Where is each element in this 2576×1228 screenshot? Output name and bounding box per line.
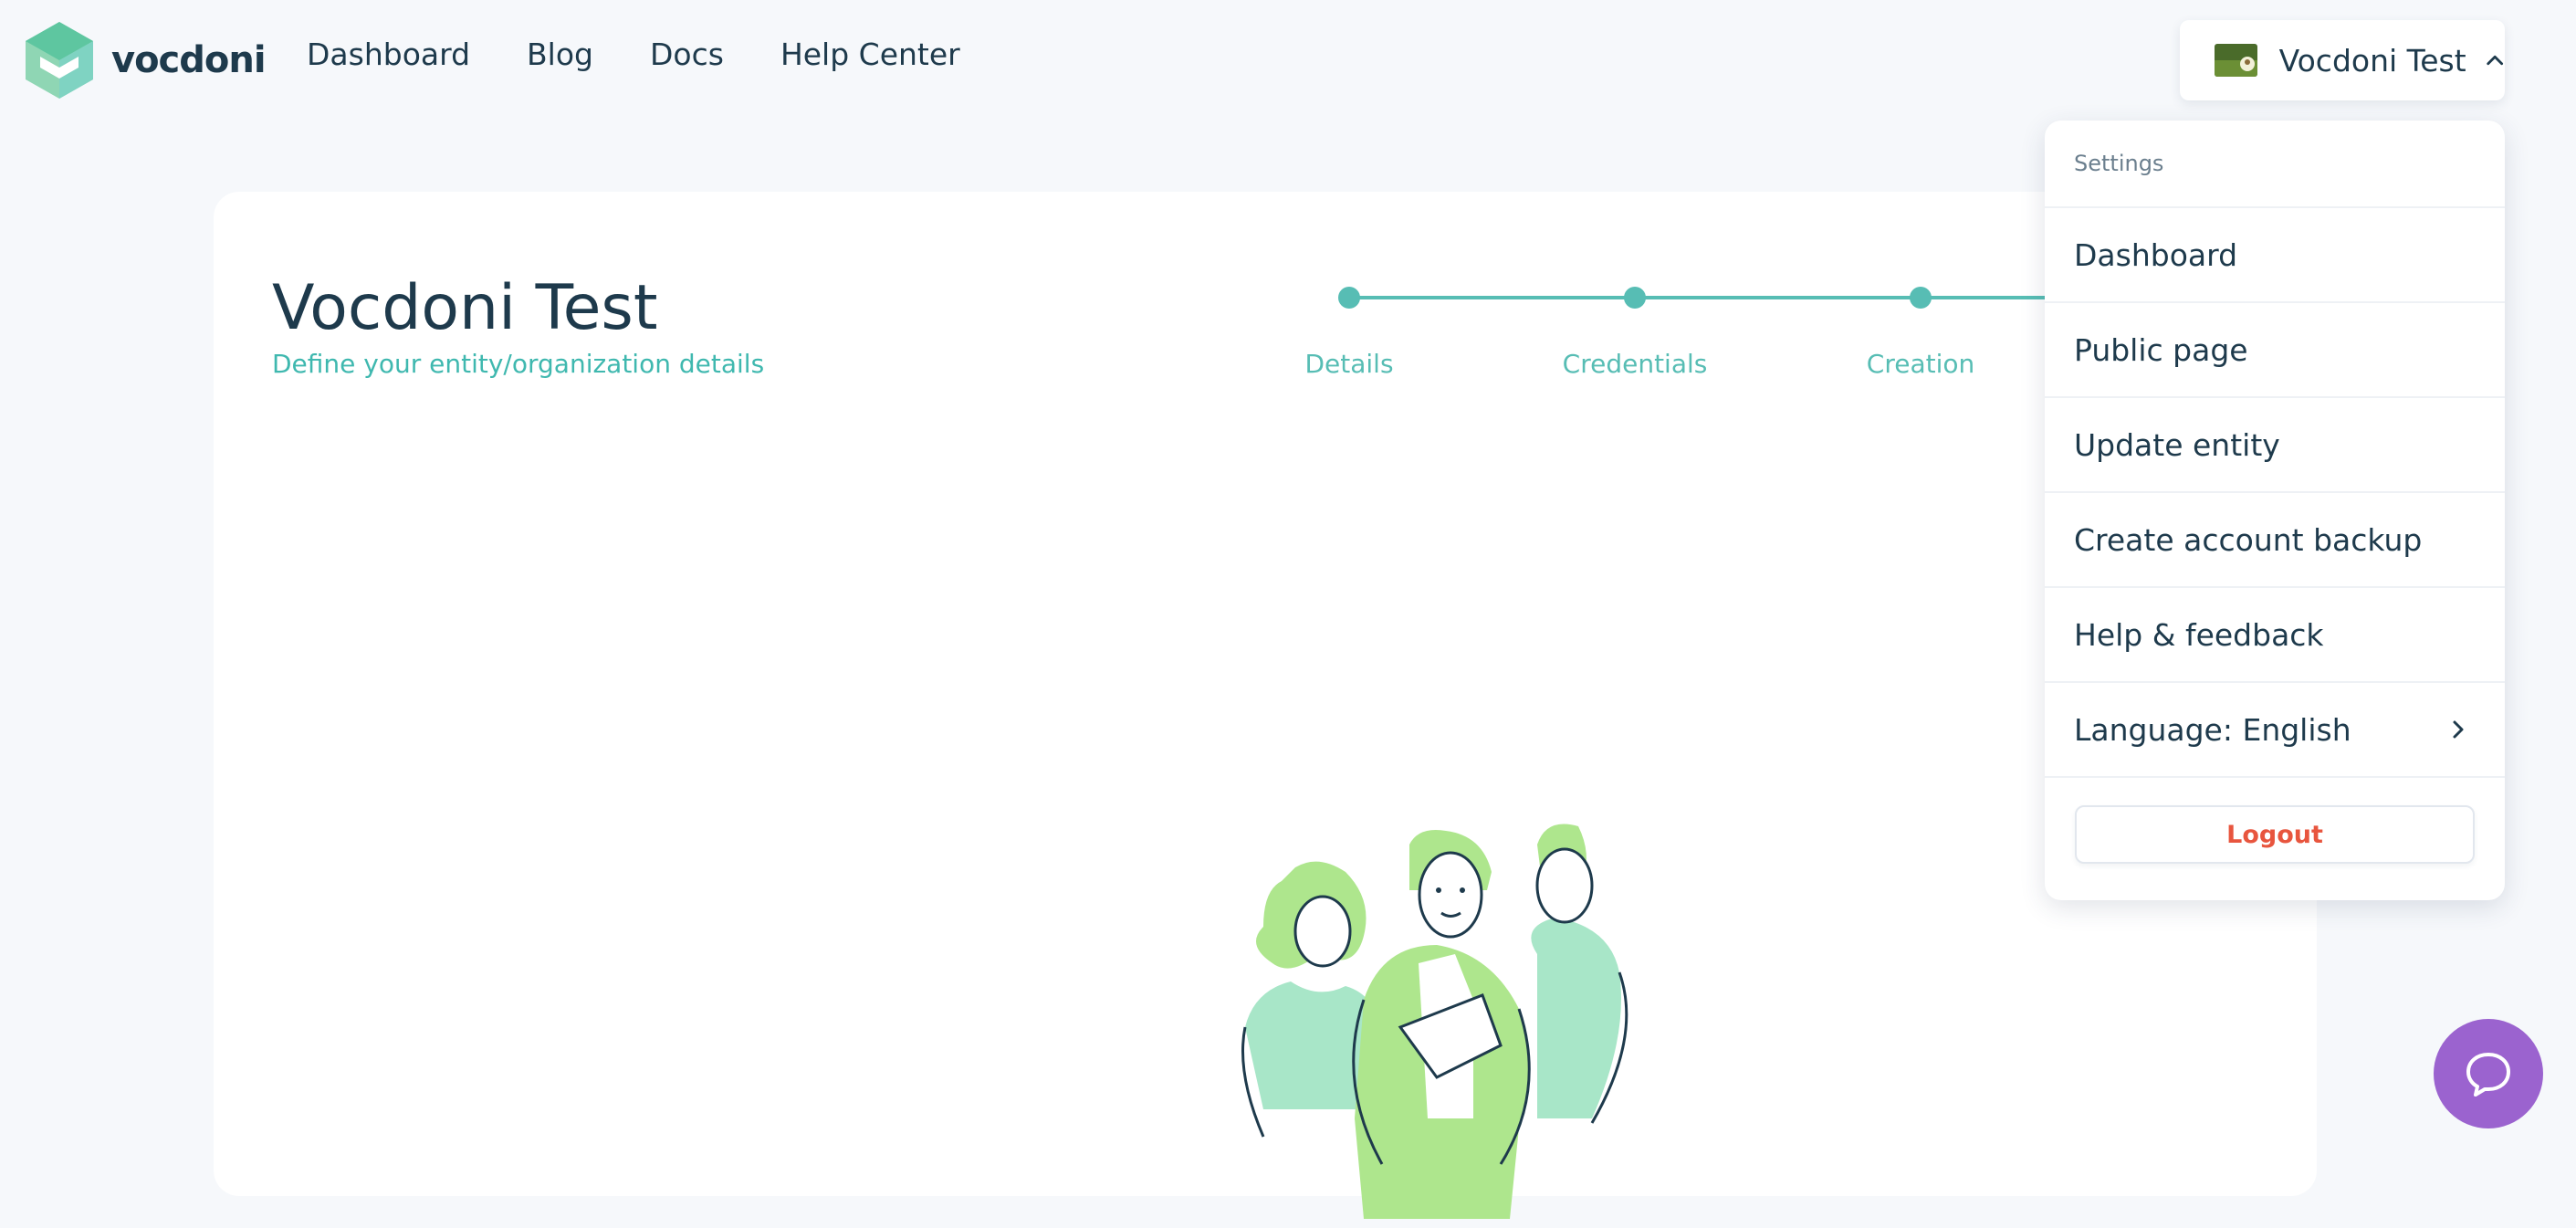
- menu-item-public-page[interactable]: Public page: [2045, 303, 2505, 398]
- user-name: Vocdoni Test: [2278, 42, 2466, 79]
- page-subtitle: Define your entity/organization details: [272, 349, 765, 379]
- brand-name: vocdoni: [111, 39, 267, 81]
- menu-item-update-entity[interactable]: Update entity: [2045, 398, 2505, 493]
- nav-blog-link[interactable]: Blog: [527, 37, 593, 72]
- chevron-right-icon: [2453, 720, 2464, 739]
- step-dot-details: [1338, 287, 1360, 309]
- main-card: Vocdoni Test Define your entity/organiza…: [214, 192, 2317, 1219]
- menu-item-label: Language: English: [2074, 711, 2351, 748]
- logout-button[interactable]: Logout: [2075, 805, 2475, 864]
- main-nav: Dashboard Blog Docs Help Center: [307, 37, 1017, 72]
- user-dropdown-menu: Settings Dashboard Public page Update en…: [2045, 121, 2505, 900]
- step-label-credentials: Credentials: [1562, 349, 1708, 379]
- step-dot-credentials: [1624, 287, 1646, 309]
- vocdoni-logo-icon: [26, 22, 93, 99]
- dropdown-header: Settings: [2045, 121, 2505, 208]
- logout-container: Logout: [2045, 778, 2505, 891]
- user-menu-button[interactable]: Vocdoni Test: [2180, 20, 2505, 100]
- menu-item-dashboard[interactable]: Dashboard: [2045, 208, 2505, 303]
- chat-bubble-icon: [2466, 1053, 2510, 1097]
- nav-docs-link[interactable]: Docs: [650, 37, 724, 72]
- team-illustration: [1241, 824, 1628, 1219]
- step-dot-creation: [1910, 287, 1932, 309]
- menu-item-label: Public page: [2074, 331, 2248, 368]
- user-avatar: [2215, 44, 2257, 77]
- menu-item-language[interactable]: Language: English: [2045, 683, 2505, 778]
- step-label-creation: Creation: [1866, 349, 1975, 379]
- menu-item-label: Update entity: [2074, 426, 2280, 463]
- nav-dashboard-link[interactable]: Dashboard: [307, 37, 470, 72]
- menu-item-label: Help & feedback: [2074, 616, 2324, 653]
- step-label-details: Details: [1304, 349, 1394, 379]
- menu-item-create-account-backup[interactable]: Create account backup: [2045, 493, 2505, 588]
- chat-button[interactable]: [2434, 1019, 2543, 1128]
- menu-item-label: Dashboard: [2074, 236, 2238, 273]
- menu-item-help-feedback[interactable]: Help & feedback: [2045, 588, 2505, 683]
- vocdoni-logo[interactable]: vocdoni: [24, 20, 267, 100]
- chevron-up-icon: [2486, 55, 2503, 66]
- top-navigation: vocdoni Dashboard Blog Docs Help Center …: [0, 0, 2576, 119]
- menu-item-label: Create account backup: [2074, 521, 2423, 558]
- page-title: Vocdoni Test: [272, 272, 658, 344]
- nav-help-center-link[interactable]: Help Center: [780, 37, 960, 72]
